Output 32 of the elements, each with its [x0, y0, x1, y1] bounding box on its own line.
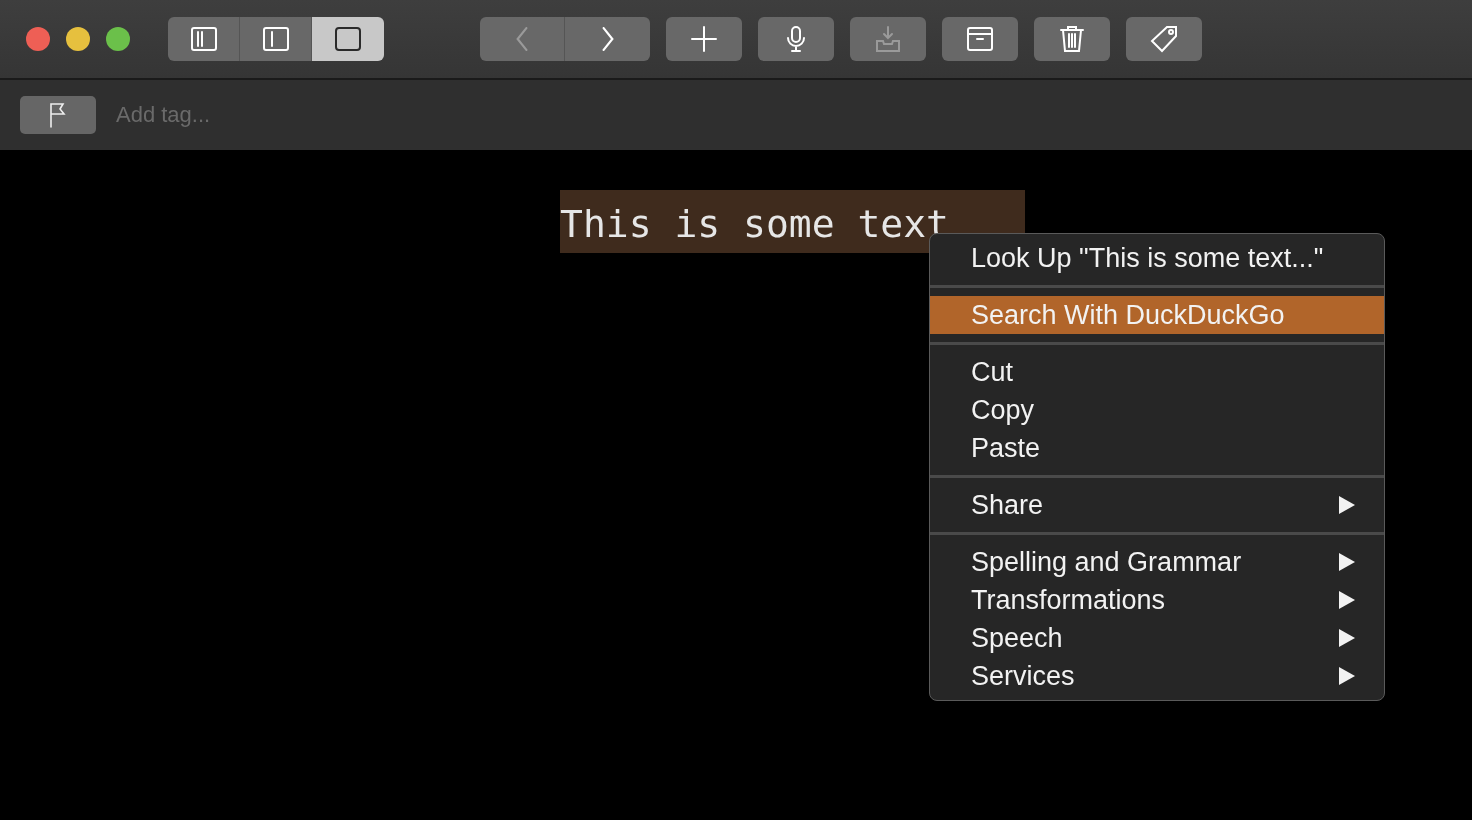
- view-mode-button[interactable]: [168, 17, 240, 61]
- menu-item[interactable]: Cut: [930, 353, 1384, 391]
- menu-item[interactable]: Services: [930, 657, 1384, 695]
- two-column-icon: [188, 24, 219, 54]
- menu-item[interactable]: Spelling and Grammar: [930, 543, 1384, 581]
- trash-icon: [1057, 24, 1087, 54]
- view-mode-button[interactable]: [312, 17, 384, 61]
- archive-box-icon: [965, 24, 995, 54]
- flag-button[interactable]: [20, 96, 96, 134]
- toolbar-button[interactable]: [666, 17, 742, 61]
- menu-item[interactable]: Paste: [930, 429, 1384, 467]
- close-button[interactable]: [26, 27, 50, 51]
- view-mode-button[interactable]: [240, 17, 312, 61]
- toolbar-button[interactable]: [1126, 17, 1202, 61]
- menu-item[interactable]: Copy: [930, 391, 1384, 429]
- plus-icon: [689, 24, 719, 54]
- sidebar-icon: [260, 24, 291, 54]
- tag-field[interactable]: Add tag...: [114, 101, 418, 129]
- menu-item[interactable]: Speech: [930, 619, 1384, 657]
- menu-item[interactable]: Search With DuckDuckGo: [930, 296, 1384, 334]
- back-icon: [516, 27, 528, 51]
- menu-item[interactable]: Transformations: [930, 581, 1384, 619]
- zoom-button[interactable]: [106, 27, 130, 51]
- minimize-button[interactable]: [66, 27, 90, 51]
- single-pane-icon: [333, 24, 363, 54]
- toolbar-button[interactable]: [1034, 17, 1110, 61]
- download-tray-icon: [873, 24, 903, 54]
- toolbar-button[interactable]: [942, 17, 1018, 61]
- menu-item[interactable]: Share: [930, 486, 1384, 524]
- forward-icon: [601, 27, 614, 51]
- tag-icon: [1149, 24, 1179, 54]
- toolbar-button[interactable]: [758, 17, 834, 61]
